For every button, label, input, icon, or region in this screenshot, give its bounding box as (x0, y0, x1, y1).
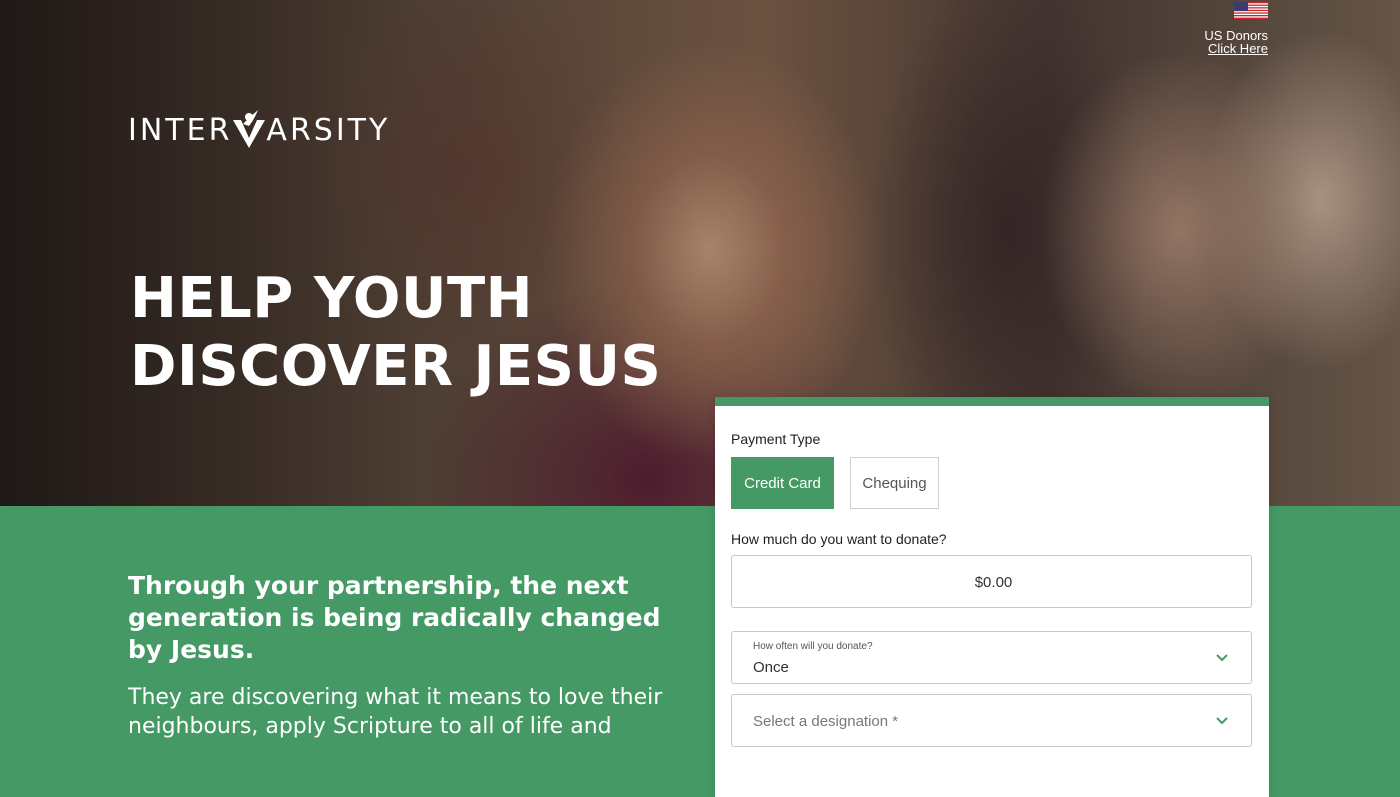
chequing-button[interactable]: Chequing (850, 457, 939, 509)
credit-card-button[interactable]: Credit Card (731, 457, 834, 509)
intervarsity-logo[interactable]: INTER ARSITY (128, 108, 390, 148)
headline-line-1: HELP YOUTH (130, 266, 534, 331)
designation-select[interactable]: Select a designation * (731, 694, 1252, 747)
amount-label: How much do you want to donate? (731, 531, 947, 547)
amount-input[interactable] (732, 556, 1255, 609)
tagline: Through your partnership, the next gener… (128, 571, 661, 664)
us-flag-icon[interactable] (1234, 2, 1268, 19)
chevron-down-icon (1216, 654, 1228, 662)
us-donors-link[interactable]: Click Here (1208, 41, 1268, 56)
body-text: They are discovering what it means to lo… (128, 685, 663, 739)
intervarsity-v-icon (233, 110, 266, 148)
page-title: HELP YOUTH DISCOVER JESUS (130, 265, 661, 401)
payment-type-label: Payment Type (731, 431, 821, 447)
frequency-label: How often will you donate? (753, 641, 873, 652)
logo-text-right: ARSITY (266, 113, 391, 148)
logo-text-left: INTER (128, 113, 233, 148)
chevron-down-icon (1216, 717, 1228, 725)
frequency-select[interactable]: How often will you donate? Once (731, 631, 1252, 684)
designation-placeholder: Select a designation * (753, 713, 899, 730)
donation-form: Payment Type Credit Card Chequing How mu… (715, 397, 1269, 797)
headline-line-2: DISCOVER JESUS (130, 334, 662, 399)
us-donors-block: US Donors Click Here (1200, 2, 1268, 55)
frequency-value: Once (753, 659, 789, 676)
amount-field[interactable] (731, 555, 1255, 609)
